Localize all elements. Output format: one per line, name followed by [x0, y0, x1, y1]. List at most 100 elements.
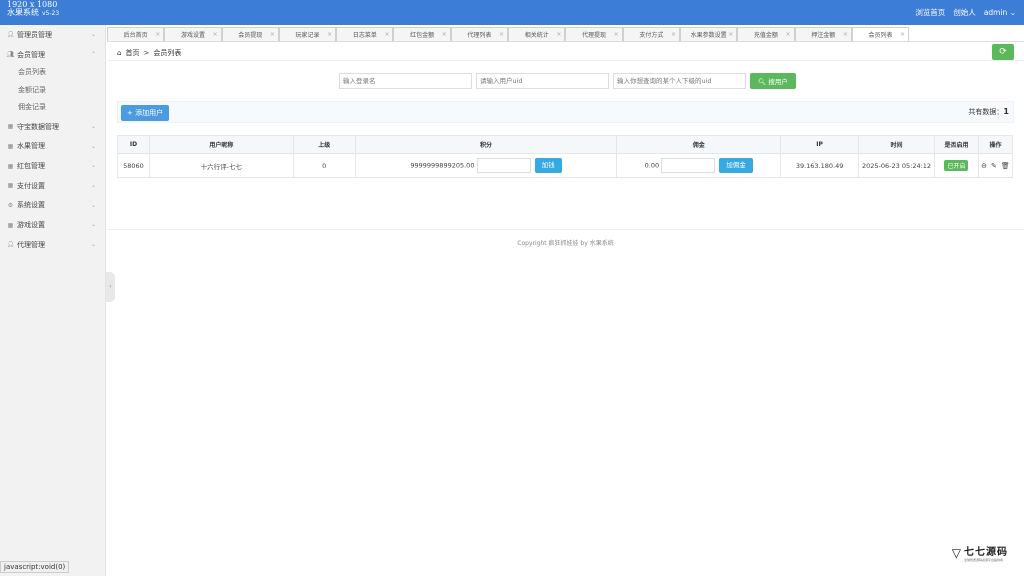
close-icon[interactable]: × — [270, 31, 275, 38]
column-header: 佣金 — [616, 135, 782, 154]
top-nav: 浏览首页 创始人 admin ⌄ — [915, 7, 1016, 18]
sidebar-group-6[interactable]: ⚙ 系统设置 ⌄ — [0, 196, 105, 216]
tab-9[interactable]: 支付方式 × — [622, 27, 680, 41]
tab-10[interactable]: 水果参数设置 × — [679, 27, 738, 41]
chevron-up-icon: ⌃ — [90, 50, 96, 58]
login-name-input[interactable] — [339, 73, 472, 89]
watermark-sub: 全球优质源码资源平台提供商 — [964, 558, 1004, 562]
close-icon[interactable]: × — [671, 31, 676, 38]
brand-name: 水果系统 — [7, 8, 39, 17]
total-label: 共有数据： — [968, 108, 1004, 116]
brand: 水果系统 v5-23 — [7, 8, 59, 19]
tab-5[interactable]: 红包金额 × — [393, 27, 451, 41]
close-icon[interactable]: × — [155, 31, 160, 38]
tab-12[interactable]: 押注金额 × — [794, 27, 852, 41]
sidebar-group-5[interactable]: ▦ 支付设置 ⌄ — [0, 176, 105, 196]
sidebar-group-2[interactable]: ▦ 守宝数据管理 ⌄ — [0, 117, 105, 137]
plus-icon: + — [127, 109, 133, 117]
disable-icon[interactable]: ⊖ — [981, 162, 987, 170]
sidebar-group-0[interactable]: 👤︎ 管理员管理 ⌄ — [0, 25, 105, 45]
tab-8[interactable]: 代理提现 × — [565, 27, 623, 41]
close-icon[interactable]: × — [843, 31, 848, 38]
column-header: 用户昵称 — [148, 135, 294, 154]
status-badge[interactable]: 已开启 — [944, 160, 969, 171]
cell-nick: 十六行评-七七 — [148, 153, 294, 178]
collapse-sidebar-button[interactable]: ‹ — [106, 272, 115, 302]
chevron-down-icon: ⌄ — [90, 162, 96, 170]
sidebar-group-label: 游戏设置 — [17, 221, 45, 230]
browse-home-link[interactable]: 浏览首页 — [915, 7, 945, 18]
uid-input[interactable] — [476, 73, 609, 89]
close-icon[interactable]: × — [327, 31, 332, 38]
close-icon[interactable]: × — [614, 31, 619, 38]
search-button-label: 搜用户 — [768, 78, 788, 86]
delete-icon[interactable]: 🗑︎ — [1001, 162, 1010, 170]
tab-4[interactable]: 日志菜单 × — [336, 27, 394, 41]
sidebar-group-label: 红包管理 — [17, 162, 45, 171]
add-points-button[interactable]: 加钱 — [534, 158, 562, 173]
watermark: ▽ 七七源码 全球优质源码资源平台提供商 — [952, 543, 1008, 563]
grid-icon: ▦ — [7, 182, 14, 190]
sidebar-group-label: 支付设置 — [17, 181, 45, 190]
cell-points: 9999999899205.00 加钱 — [354, 153, 618, 178]
sidebar-group-8[interactable]: 👤︎ 代理管理 ⌄ — [0, 235, 105, 255]
admin-menu[interactable]: admin ⌄ — [984, 8, 1016, 17]
sidebar-item-1[interactable]: 金额记录 — [18, 82, 105, 100]
close-icon[interactable]: × — [499, 31, 504, 38]
tab-label: 代理提现 — [582, 32, 607, 39]
watermark-name: 七七源码 — [964, 547, 1008, 558]
copyright: Copyright 疯狂抓娃娃 by 水果系统 — [517, 240, 614, 247]
close-icon[interactable]: × — [786, 31, 791, 38]
search-user-button[interactable]: 🔍︎ 搜用户 — [750, 73, 796, 89]
sidebar-group-1[interactable]: 👥︎ 会员管理 ⌃ — [0, 45, 105, 65]
add-user-button[interactable]: + 添加用户 — [121, 105, 170, 121]
user-icon: 👤︎ — [6, 31, 15, 39]
sidebar-item-2[interactable]: 佣金记录 — [18, 99, 105, 117]
close-icon[interactable]: × — [556, 31, 561, 38]
version: v5-23 — [42, 10, 60, 17]
refresh-button[interactable]: ⟳ — [992, 44, 1014, 60]
tab-11[interactable]: 充值金额 × — [737, 27, 795, 41]
add-commission-button[interactable]: 加佣金 — [719, 158, 753, 173]
breadcrumb-home[interactable]: 首页 — [125, 48, 139, 58]
sidebar-item-0[interactable]: 会员列表 — [18, 64, 105, 82]
tab-13[interactable]: 会员列表 × — [851, 27, 910, 41]
founder-link[interactable]: 创始人 — [953, 7, 976, 18]
close-icon[interactable]: × — [213, 31, 218, 38]
cell-id: 58060 — [117, 153, 150, 178]
sidebar-group-3[interactable]: ▦ 水果管理 ⌄ — [0, 137, 105, 157]
tab-1[interactable]: 游戏设置 × — [164, 27, 222, 41]
tab-label: 红包金额 — [410, 32, 435, 39]
close-icon[interactable]: × — [728, 31, 733, 38]
commission-value: 0.00 — [644, 161, 660, 170]
chevron-down-icon: ⌄ — [90, 181, 96, 189]
gear-icon: ⚙ — [7, 201, 14, 209]
tab-6[interactable]: 代理列表 × — [450, 27, 509, 41]
tab-label: 游戏设置 — [180, 32, 205, 39]
tab-3[interactable]: 玩家记录 × — [278, 27, 337, 41]
tab-7[interactable]: 相关统计 × — [508, 27, 566, 41]
commission-input[interactable] — [661, 158, 716, 173]
tab-0[interactable]: 后台首页 × — [107, 27, 165, 41]
table-row: 58060 十六行评-七七 0 9999999899205.00 加钱 0.00… — [117, 153, 1014, 178]
chevron-down-icon: ⌄ — [90, 31, 96, 38]
column-header: 操作 — [977, 135, 1014, 154]
total-value: 1 — [1003, 107, 1009, 116]
tab-label: 会员列表 — [868, 32, 893, 39]
tab-label: 玩家记录 — [295, 32, 320, 39]
column-header: IP — [780, 135, 860, 154]
edit-icon[interactable]: ✎ — [991, 162, 997, 170]
breadcrumb-bar: ⌂ 首页 > 会员列表 ⟳ — [107, 43, 1024, 61]
close-icon[interactable]: × — [900, 31, 905, 38]
tab-label: 支付方式 — [639, 32, 664, 39]
tab-2[interactable]: 会员提现 × — [221, 27, 279, 41]
sidebar-group-4[interactable]: ▦ 红包管理 ⌄ — [0, 156, 105, 176]
sidebar-group-7[interactable]: ▦ 游戏设置 ⌄ — [0, 215, 105, 235]
column-header: 时间 — [858, 135, 935, 154]
points-input[interactable] — [476, 158, 531, 173]
sub-uid-input[interactable] — [613, 73, 746, 89]
grid-icon: ▦ — [7, 221, 14, 229]
column-header: ID — [117, 135, 150, 154]
close-icon[interactable]: × — [384, 31, 389, 38]
close-icon[interactable]: × — [442, 31, 447, 38]
